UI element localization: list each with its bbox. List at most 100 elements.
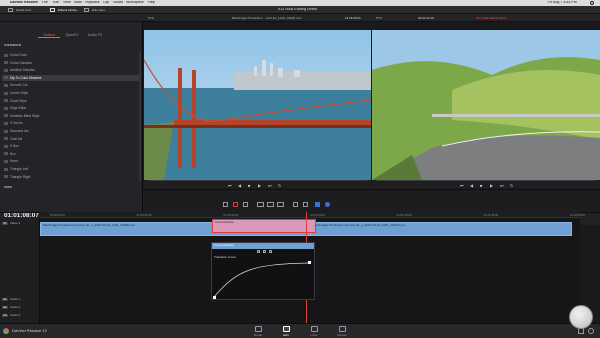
transition-item[interactable]: X Iris Iris [2, 120, 140, 126]
workspace-bar: Media Pool Effects Library Edit Index 91… [0, 6, 600, 14]
program-timecode: 00:03:19:19 [418, 16, 434, 20]
skip-forward-icon[interactable]: ⏭ [268, 183, 272, 188]
link-icon[interactable] [303, 202, 308, 207]
menu-app[interactable]: DaVinci Resolve [10, 1, 38, 5]
transition-item[interactable]: Clock Wipe [2, 98, 140, 104]
page-color[interactable]: Color [299, 326, 329, 337]
search-icon[interactable] [590, 1, 594, 5]
transition-item[interactable]: Edge Wipe [2, 105, 140, 111]
video-clip[interactable]: Blackmagic Production Camera 4K_1_2015-0… [310, 222, 572, 236]
tab-effects-library[interactable]: Effects Library [58, 9, 77, 12]
skip-back-icon[interactable]: ⏮ [228, 183, 232, 188]
ruler-tick-label: 01:01:15:00 [310, 213, 325, 217]
page-deliver[interactable]: Deliver [327, 326, 357, 337]
page-edit[interactable]: Edit [271, 326, 301, 337]
play-reverse-icon[interactable]: ◀ [470, 183, 473, 188]
blade-tool-icon[interactable] [243, 202, 248, 207]
track-name-video-1: Video 1 [10, 222, 21, 225]
tab-edit-index[interactable]: Edit Index [92, 9, 105, 12]
play-icon[interactable]: ▶ [258, 183, 261, 188]
page-media[interactable]: Media [243, 326, 273, 337]
overwrite-clip-icon[interactable] [267, 202, 274, 207]
keyframe-icon[interactable] [269, 250, 272, 253]
transition-curve-panel[interactable]: Cross Dissolve Transition Curve [211, 242, 315, 300]
menu-file[interactable]: File [42, 1, 48, 5]
stop-icon[interactable]: ■ [480, 183, 482, 188]
ruler-tick-label: 01:00:00:00 [50, 213, 65, 217]
transition-item-label: Center Wipe [10, 91, 29, 95]
transition-curve-graph[interactable] [212, 260, 314, 299]
stop-icon[interactable]: ■ [248, 183, 250, 188]
transition-thumb-icon [4, 167, 8, 171]
transition-item-label: X Box [10, 144, 19, 149]
insert-clip-icon[interactable] [257, 202, 264, 207]
tab-openfx[interactable]: OpenFX [62, 32, 82, 38]
replace-clip-icon[interactable] [277, 202, 284, 207]
transition-item[interactable]: Heart [2, 158, 140, 164]
tab-audiofx[interactable]: Audio FX [84, 32, 106, 38]
loop-icon[interactable]: ↻ [278, 183, 281, 188]
effects-library-icon[interactable] [50, 8, 55, 12]
edit-page-icon [282, 326, 290, 332]
menu-edit[interactable]: Edit [53, 1, 59, 5]
settings-icon[interactable] [588, 328, 594, 334]
skip-forward-icon[interactable]: ⏭ [500, 183, 504, 188]
transition-item[interactable]: X Box [2, 143, 140, 149]
transition-item[interactable]: Center Wipe [2, 90, 140, 96]
transition-item[interactable]: Additive Dissolve [2, 67, 140, 73]
scrollbar[interactable] [139, 52, 141, 182]
transition-item[interactable]: Triangle Right [2, 174, 140, 180]
program-zoom[interactable]: 57% [376, 17, 382, 20]
titles-header[interactable]: Titles [3, 186, 12, 190]
transition-item[interactable]: Smooth Cut [2, 82, 140, 88]
transition-item[interactable]: Cross Fade [2, 52, 140, 58]
menu-playback[interactable]: Playback [85, 1, 100, 5]
tab-toolbox[interactable]: Toolbox [38, 32, 60, 38]
program-timeline-name: 912 NAB Editing Demo [476, 16, 507, 20]
transition-item-label: Smooth Cut [10, 83, 28, 88]
edit-toolbar [143, 189, 600, 212]
edit-index-icon[interactable] [84, 8, 89, 12]
media-pool-icon[interactable] [8, 8, 13, 12]
source-scrubber[interactable] [148, 180, 367, 181]
transition-item[interactable]: Box [2, 151, 140, 157]
snapping-icon[interactable] [293, 202, 298, 207]
transition-block[interactable]: Cross Dissolve [212, 219, 316, 233]
menu-workspace[interactable]: Workspace [126, 1, 144, 5]
track-headers: V1 Video 1 A1 Audio 1 A2 Audio 2 A3 Audi… [0, 218, 40, 323]
transition-item-label: Diamond Iris [10, 129, 29, 133]
menu-clip[interactable]: Clip [103, 1, 109, 5]
selection-tool-icon[interactable] [223, 202, 228, 207]
transition-thumb-icon [4, 121, 8, 125]
transition-thumb-icon [4, 76, 8, 80]
transition-item[interactable]: Cross Dissolve [2, 60, 140, 66]
menu-help[interactable]: Help [148, 1, 155, 5]
transition-item[interactable]: Diamond Iris [2, 128, 140, 134]
flag-icon[interactable] [315, 202, 320, 207]
transition-item[interactable]: Oval Iris [2, 136, 140, 142]
tab-media-pool[interactable]: Media Pool [16, 9, 31, 12]
keyframe-icon[interactable] [263, 250, 266, 253]
source-viewer[interactable] [144, 30, 371, 180]
transition-item[interactable]: Triangle Left [2, 166, 140, 172]
play-icon[interactable]: ▶ [490, 183, 493, 188]
transition-thumb-icon [4, 114, 8, 118]
transition-item[interactable]: Venetian Blind Wipe [2, 113, 140, 119]
curve-panel-title: Cross Dissolve [214, 244, 235, 247]
menu-nodes[interactable]: Nodes [113, 1, 123, 5]
program-viewer[interactable] [372, 30, 600, 180]
trim-tool-icon[interactable] [233, 202, 238, 207]
marker-icon[interactable] [325, 202, 330, 207]
source-zoom[interactable]: 57% [148, 17, 154, 20]
transition-thumb-icon [4, 152, 8, 156]
play-reverse-icon[interactable]: ◀ [238, 183, 241, 188]
menu-mark[interactable]: Mark [74, 1, 82, 5]
skip-back-icon[interactable]: ⏮ [460, 183, 464, 188]
track-name-audio-3: Audio 3 [10, 314, 21, 317]
transition-item[interactable]: Dip To Color Dissolve [2, 74, 140, 81]
program-scrubber[interactable] [376, 180, 596, 181]
menu-view[interactable]: View [63, 1, 71, 5]
keyframe-icon[interactable] [257, 250, 260, 253]
transitions-header: Transitions [3, 44, 22, 47]
loop-icon[interactable]: ↻ [510, 183, 513, 188]
